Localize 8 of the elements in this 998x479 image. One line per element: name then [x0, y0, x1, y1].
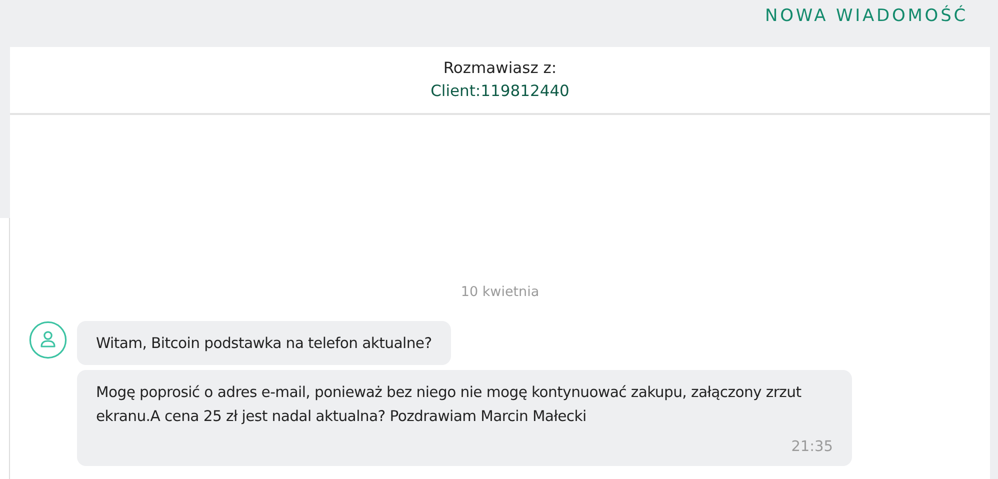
contact-name: Client:119812440	[430, 81, 570, 102]
user-avatar-icon	[29, 321, 67, 360]
new-message-button[interactable]: NOWA WIADOMOŚĆ	[761, 2, 972, 32]
message-text: Mogę poprosić o adres e-mail, ponieważ bez niego nie mogę kontynuować zakupu, załączony zrzut ekranu.A cena 25 zł jest nadal aktualna? Pozdrawiam Marcin Małecki	[96, 383, 802, 428]
date-separator: 10 kwietnia	[460, 283, 540, 302]
conversation-label: Rozmawiasz z:	[443, 58, 557, 79]
message-time: 21:35	[791, 438, 833, 458]
message-text: Witam, Bitcoin podstawka na telefon aktualne?	[96, 334, 432, 354]
